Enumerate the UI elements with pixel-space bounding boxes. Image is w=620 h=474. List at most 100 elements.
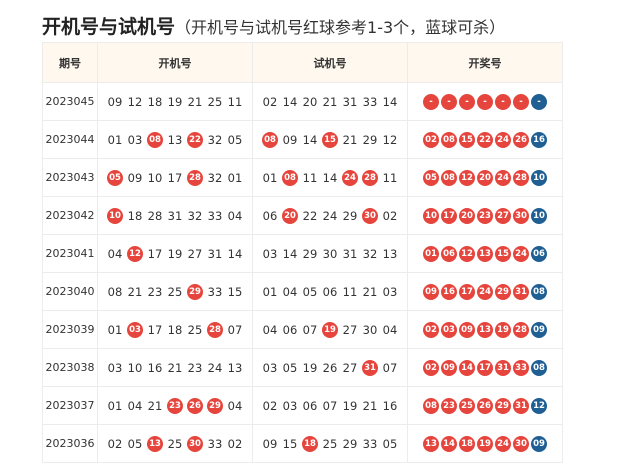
prize-cell: 02 09 14 17 31 33 08 <box>407 348 563 387</box>
red-ball: 17 <box>441 207 457 224</box>
period-cell: 2023040 <box>42 272 98 311</box>
number: 16 <box>382 398 398 413</box>
period-cell: 2023042 <box>42 196 98 235</box>
period-cell: 2023044 <box>42 120 98 159</box>
blue-ball: 08 <box>531 283 547 300</box>
red-ball: 09 <box>441 359 457 376</box>
number: 11 <box>227 94 243 109</box>
table-row: 2023043 05 09 10 17 28 32 01 01 08 11 14 24 28 11 05 08 1… <box>42 158 563 197</box>
hit-number-ball: 08 <box>282 169 298 186</box>
table-row: 2023038 03 10 16 21 23 24 13 03 05 19 26 27 31 07 02 09 1… <box>42 348 563 387</box>
hit-number-ball: 05 <box>107 169 123 186</box>
shiji-cell: 09 15 18 25 29 33 05 <box>252 424 408 463</box>
number: 03 <box>262 360 278 375</box>
number-slot: 29 <box>185 283 205 300</box>
hit-number-ball: 30 <box>362 207 378 224</box>
number: 17 <box>167 170 183 185</box>
number: 02 <box>262 398 278 413</box>
number-slot: 18 <box>300 435 320 452</box>
header-prize: 开奖号 <box>407 42 563 83</box>
number: 04 <box>282 284 298 299</box>
number: 18 <box>127 208 143 223</box>
blue-ball: 10 <box>531 207 547 224</box>
red-ball: 24 <box>495 169 511 186</box>
number-slot: 08 <box>260 131 280 148</box>
number: 25 <box>167 436 183 451</box>
number: 17 <box>147 246 163 261</box>
red-ball: 30 <box>513 207 529 224</box>
kaiji-cell: 02 05 13 25 30 33 02 <box>97 424 253 463</box>
number: 02 <box>227 436 243 451</box>
header-kaiji: 开机号 <box>97 42 253 83</box>
number: 06 <box>262 208 278 223</box>
red-ball: 02 <box>423 359 439 376</box>
red-ball: - <box>477 93 493 110</box>
number-slot: 30 <box>360 207 380 224</box>
kaiji-cell: 01 04 21 23 26 29 04 <box>97 386 253 425</box>
red-ball: 08 <box>423 397 439 414</box>
number: 31 <box>342 246 358 261</box>
red-ball: 13 <box>423 435 439 452</box>
number: 23 <box>187 360 203 375</box>
page-title: 开机号与试机号（开机号与试机号红球参考1-3个，蓝球可杀） <box>42 12 505 40</box>
number: 28 <box>147 208 163 223</box>
number: 21 <box>322 94 338 109</box>
number: 21 <box>362 284 378 299</box>
number: 05 <box>302 284 318 299</box>
number: 12 <box>127 94 143 109</box>
number: 14 <box>382 94 398 109</box>
number: 30 <box>322 246 338 261</box>
red-ball: 03 <box>441 321 457 338</box>
number: 22 <box>302 208 318 223</box>
kaiji-cell: 08 21 23 25 29 33 15 <box>97 272 253 311</box>
red-ball: 31 <box>513 397 529 414</box>
number: 24 <box>207 360 223 375</box>
red-ball: 33 <box>513 359 529 376</box>
kaiji-cell: 09 12 18 19 21 25 11 <box>97 82 253 121</box>
hit-number-ball: 23 <box>167 397 183 414</box>
number: 21 <box>187 94 203 109</box>
number: 15 <box>282 436 298 451</box>
red-ball: 17 <box>477 359 493 376</box>
red-ball: 29 <box>495 283 511 300</box>
number: 21 <box>362 398 378 413</box>
number: 16 <box>147 360 163 375</box>
hit-number-ball: 08 <box>147 131 163 148</box>
number: 17 <box>147 322 163 337</box>
prize-cell: 13 14 18 19 24 30 09 <box>407 424 563 463</box>
number: 31 <box>342 94 358 109</box>
shiji-cell: 08 09 14 15 21 29 12 <box>252 120 408 159</box>
hit-number-ball: 30 <box>187 435 203 452</box>
number-slot: 30 <box>185 435 205 452</box>
shiji-cell: 01 04 05 06 11 21 03 <box>252 272 408 311</box>
number: 24 <box>322 208 338 223</box>
hit-number-ball: 18 <box>302 435 318 452</box>
red-ball: 24 <box>495 435 511 452</box>
number: 29 <box>342 436 358 451</box>
hit-number-ball: 12 <box>127 245 143 262</box>
red-ball: 28 <box>513 169 529 186</box>
number-slot: 28 <box>360 169 380 186</box>
table-row: 2023044 01 03 08 13 22 32 05 08 09 14 15 21 29 12 02 08 1… <box>42 120 563 159</box>
hit-number-ball: 28 <box>207 321 223 338</box>
red-ball: 02 <box>423 321 439 338</box>
red-ball: 12 <box>459 245 475 262</box>
red-ball: 19 <box>495 321 511 338</box>
number: 05 <box>227 132 243 147</box>
number: 15 <box>227 284 243 299</box>
number: 10 <box>147 170 163 185</box>
period-cell: 2023041 <box>42 234 98 273</box>
number: 01 <box>227 170 243 185</box>
red-ball: 20 <box>459 207 475 224</box>
number: 30 <box>362 322 378 337</box>
hit-number-ball: 15 <box>322 131 338 148</box>
red-ball: 13 <box>477 321 493 338</box>
number-slot: 31 <box>360 359 380 376</box>
number-slot: 26 <box>185 397 205 414</box>
red-ball: 17 <box>459 283 475 300</box>
red-ball: - <box>513 93 529 110</box>
red-ball: 26 <box>477 397 493 414</box>
kaiji-cell: 05 09 10 17 28 32 01 <box>97 158 253 197</box>
kaiji-cell: 01 03 17 18 25 28 07 <box>97 310 253 349</box>
number: 08 <box>107 284 123 299</box>
